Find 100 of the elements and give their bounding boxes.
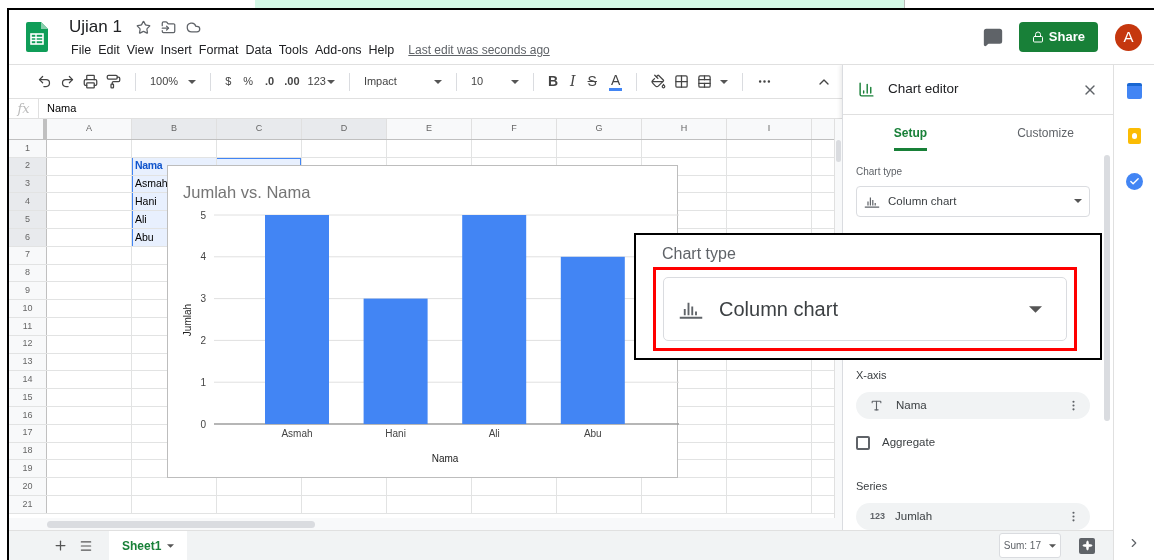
calendar-icon[interactable] [1126,83,1142,99]
share-button[interactable]: Share [1018,22,1098,52]
field-label: Chart type [856,165,904,179]
italic-button[interactable]: I [570,71,576,92]
folder-icon[interactable] [160,19,176,35]
decrease-decimal-button[interactable]: .0 [265,73,275,90]
increase-decimal-button[interactable]: .00 [284,73,300,90]
fill-color-icon[interactable] [651,74,667,89]
avatar[interactable]: A [1115,23,1142,51]
currency-format-button[interactable]: $ [225,73,232,90]
column-header[interactable]: D [302,119,387,139]
sheets-logo-icon[interactable] [26,22,48,52]
borders-icon[interactable] [674,74,690,89]
column-header[interactable]: H [642,119,727,139]
menu-item[interactable]: Data [242,40,275,60]
x-axis-chip[interactable]: Nama [856,392,1090,420]
column-header[interactable]: B [132,119,217,139]
editor-tab[interactable]: Setup [843,115,978,153]
merge-cells-icon[interactable] [697,74,713,89]
document-title[interactable]: Ujian 1 [69,14,122,40]
menu-item[interactable]: Add-ons [312,40,365,60]
y-tick-label: 5 [200,209,206,221]
series-chip[interactable]: 123 Jumlah [856,503,1090,530]
menu-item[interactable]: Help [365,40,398,60]
number-type-label: 123 [870,509,886,523]
x-tick-label: Abu [583,428,602,439]
all-sheets-icon[interactable] [79,538,93,553]
caret-icon [326,79,335,84]
column-header[interactable]: I [727,119,812,139]
paint-format-icon[interactable] [106,74,121,89]
scrollbar-thumb[interactable] [1104,155,1110,421]
row-header[interactable]: 19 [9,460,47,478]
caret-icon [720,79,729,84]
column-header[interactable]: G [557,119,642,139]
x-tick-label: Asmah [281,428,313,439]
caret-icon [1074,199,1082,204]
zoom-dropdown[interactable]: 100% [150,73,197,90]
section-label: Series [856,478,889,494]
x-axis-title: Nama [431,453,459,464]
row-header[interactable]: 4 [9,193,47,211]
caret-icon [188,79,197,84]
selected-cell[interactable] [217,157,301,165]
last-edit-link[interactable]: Last edit was seconds ago [408,41,550,60]
y-tick-label: 0 [200,418,206,430]
menu-item[interactable]: Tools [275,40,312,60]
bold-button[interactable]: B [547,71,558,92]
explore-icon[interactable] [1079,537,1095,554]
scrollbar-thumb[interactable] [47,520,315,528]
row-header[interactable]: 20 [9,478,47,495]
redo-icon[interactable] [60,74,75,89]
text-type-icon [870,399,883,413]
number-format-dropdown[interactable]: 123 [307,73,335,90]
section-label: X-axis [856,367,888,383]
text-color-button[interactable]: A [608,72,623,91]
panel-title: Chart editor [888,80,959,99]
strikethrough-button[interactable]: S [587,71,597,92]
menu-item[interactable]: View [123,40,157,60]
chart-title: Jumlah vs. Nama [183,182,311,203]
star-icon[interactable] [135,19,151,35]
tasks-icon[interactable] [1125,173,1143,190]
row-header[interactable]: 9 [9,282,47,300]
cloud-icon[interactable] [185,19,201,35]
menu-item[interactable]: Format [195,40,242,60]
formula-input[interactable]: Nama [47,100,77,117]
caret-icon [510,79,519,84]
lock-icon [1031,31,1044,43]
field-name: Nama [896,398,928,414]
field-name: Jumlah [895,508,934,524]
x-tick-label: Hani [385,428,406,439]
y-tick-label: 1 [200,376,206,388]
column-header[interactable]: C [217,119,302,139]
row-header[interactable]: 15 [9,389,47,406]
print-icon[interactable] [83,74,98,89]
aggregate-checkbox[interactable]: Aggregate [856,434,1090,452]
chart-type-dropdown[interactable]: Column chart [663,277,1067,341]
row-header[interactable]: 5 [9,211,47,228]
row-header[interactable]: 1 [9,140,47,157]
y-tick-label: 4 [200,251,206,263]
column-header[interactable]: E [387,119,472,139]
sheet-tab[interactable]: Sheet1 [109,531,188,560]
comment-icon[interactable] [982,27,1003,47]
y-tick-label: 3 [200,293,206,305]
menu-item[interactable]: Insert [157,40,195,60]
percent-format-button[interactable]: % [243,73,254,90]
add-sheet-icon[interactable] [53,538,68,553]
undo-icon[interactable] [37,74,52,89]
font-dropdown[interactable]: Impact [363,73,442,90]
menu-item[interactable]: File [68,40,95,60]
row-header[interactable]: 10 [9,300,47,317]
sum-dropdown[interactable]: Sum: 17 [998,533,1061,558]
column-header[interactable]: F [472,119,557,139]
row-header[interactable]: 14 [9,371,47,389]
editor-tab[interactable]: Customize [978,115,1113,153]
font-size-dropdown[interactable]: 10 [470,73,519,90]
chart-type-dropdown[interactable]: Column chart [856,186,1090,217]
x-tick-label: Ali [488,428,500,439]
caret-icon [433,79,442,84]
scrollbar-thumb[interactable] [836,140,841,162]
menu-item[interactable]: Edit [95,40,123,60]
y-tick-label: 2 [200,334,206,346]
